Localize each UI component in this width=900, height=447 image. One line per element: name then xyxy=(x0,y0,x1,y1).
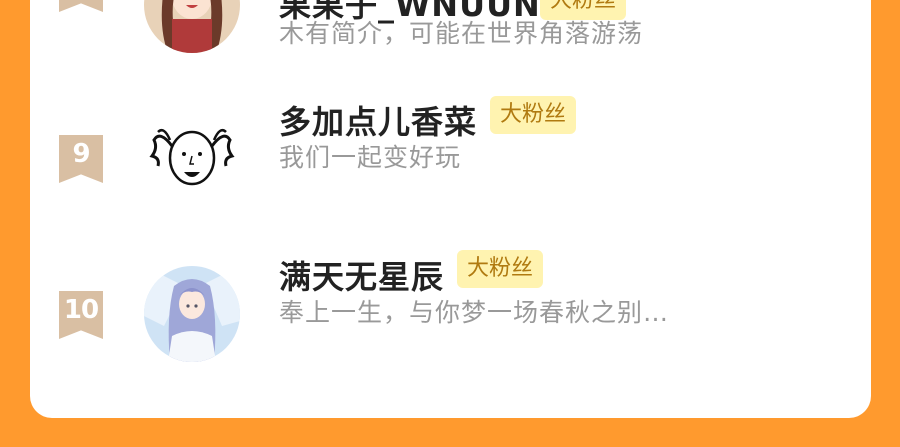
fan-row-10[interactable]: 10 满天无星辰 大粉丝 奉上一生，与你梦一场春秋之别… xyxy=(30,250,871,362)
fan-row-9[interactable]: 9 多加点儿香菜 大粉丝 我们一起变好玩 xyxy=(30,96,871,220)
user-avatar[interactable] xyxy=(144,266,240,362)
rank-badge: 9 xyxy=(59,135,103,183)
user-avatar[interactable] xyxy=(144,110,240,206)
big-fan-badge: 大粉丝 xyxy=(457,250,544,288)
fan-row-8[interactable]: 8 果果子_WNUUN7 大粉丝 木有简介，可能在世界角落游荡 xyxy=(30,0,871,80)
user-name[interactable]: 多加点儿香菜 xyxy=(279,97,477,143)
user-bio: 奉上一生，与你梦一场春秋之别… xyxy=(279,298,670,327)
big-fan-badge: 大粉丝 xyxy=(490,96,577,134)
doodle-face-avatar-icon xyxy=(144,110,240,206)
user-name[interactable]: 满天无星辰 xyxy=(279,252,444,298)
rank-badge: 8 xyxy=(59,0,103,12)
user-bio: 我们一起变好玩 xyxy=(279,143,462,172)
anime-girl-avatar-icon xyxy=(144,0,240,53)
user-avatar[interactable] xyxy=(144,0,240,53)
rank-badge: 10 xyxy=(59,291,103,339)
fan-ranking-card: 8 果果子_WNUUN7 大粉丝 木有简介，可能在世界角落游荡 9 xyxy=(30,0,871,418)
user-bio: 木有简介，可能在世界角落游荡 xyxy=(279,19,644,48)
anime-angel-avatar-icon xyxy=(144,266,240,362)
